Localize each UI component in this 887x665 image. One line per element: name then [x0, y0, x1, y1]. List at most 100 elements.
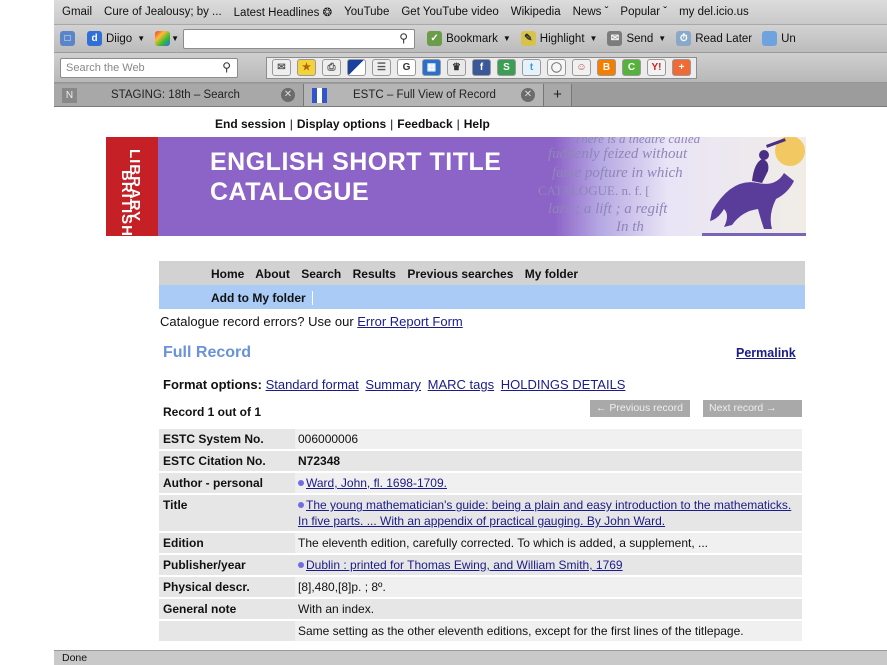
tab-staging-search[interactable]: N STAGING: 18th – Search ✕ — [54, 84, 304, 106]
search-icon[interactable]: ⚲ — [222, 60, 231, 74]
next-record-button[interactable]: Next record → — [703, 400, 802, 417]
bookmark-my-delicious[interactable]: my del.icio.us — [679, 6, 749, 18]
feedback-link[interactable]: Feedback — [397, 117, 452, 131]
search-icon[interactable]: ⚲ — [399, 31, 408, 45]
bookmark-cure-of-jealousy[interactable]: Cure of Jealousy; by ... — [104, 6, 222, 18]
highlighter-icon: ✎ — [520, 31, 536, 46]
web-search-input[interactable]: Search the Web ⚲ — [60, 57, 238, 78]
field-value: 006000006 — [295, 429, 802, 449]
facebook-icon[interactable]: f — [472, 59, 491, 76]
permalink-link[interactable]: Permalink — [736, 346, 796, 360]
stumbleupon-icon[interactable]: S — [497, 59, 516, 76]
field-label: General note — [159, 599, 295, 619]
blogger-icon[interactable]: B — [597, 59, 616, 76]
translate-icon[interactable]: ☰ — [372, 59, 391, 76]
previous-record-button[interactable]: ← Previous record — [590, 400, 690, 417]
title-link[interactable]: The young mathematician's guide: being a… — [298, 498, 791, 528]
catalogue-title: ENGLISH SHORT TITLE CATALOGUE — [210, 147, 501, 207]
bookmark-popular[interactable]: Popular ˇ — [620, 6, 667, 18]
bookmark-latest-headlines[interactable]: Latest Headlines ❂ — [234, 5, 333, 19]
nav-results[interactable]: Results — [353, 267, 396, 281]
twitter-icon[interactable]: t — [522, 59, 541, 76]
format-marc-link[interactable]: MARC tags — [428, 377, 494, 392]
read-later-button[interactable]: ⏱ Read Later — [676, 31, 752, 46]
chat-icon[interactable]: ◯ — [547, 59, 566, 76]
error-report-link[interactable]: Error Report Form — [357, 314, 462, 329]
favicon-icon: N — [62, 87, 77, 103]
main-nav: Home About Search Results Previous searc… — [159, 261, 805, 285]
parchment-line: fame pofture in which — [552, 165, 683, 181]
overflow-label: Un — [781, 32, 796, 45]
nav-my-folder[interactable]: My folder — [525, 267, 578, 281]
bookmark-gmail[interactable]: Gmail — [62, 6, 92, 18]
mail-icon[interactable]: ✉ — [272, 59, 291, 76]
nav-search[interactable]: Search — [301, 267, 341, 281]
reddit-icon[interactable]: ☺ — [572, 59, 591, 76]
print-icon[interactable]: ⎙ — [322, 59, 341, 76]
bookmark-button[interactable]: ✓ Bookmark ▼ — [427, 31, 511, 46]
addon-icons: ✉ ★ ⎙ ☰ G ▦ ♛ f S t ◯ ☺ B C Y! + — [266, 56, 697, 79]
top-nav: End session | Display options | Feedback | Hel… — [215, 117, 490, 131]
highlight-label: Highlight — [539, 32, 585, 45]
record-table: ESTC System No. 006000006 ESTC Citation … — [159, 427, 802, 643]
read-later-icon: ⏱ — [676, 31, 692, 46]
send-label: Send — [626, 32, 654, 45]
tab-estc-full-view[interactable]: ESTC – Full View of Record ✕ — [304, 84, 544, 106]
publisher-link[interactable]: Dublin : printed for Thomas Ewing, and W… — [306, 558, 623, 572]
table-row: Same setting as the other eleventh editi… — [159, 621, 802, 641]
action-bar: Add to My folder — [159, 285, 805, 309]
nav-about[interactable]: About — [255, 267, 290, 281]
author-link[interactable]: Ward, John, fl. 1698-1709. — [306, 476, 447, 490]
record-count: Record 1 out of 1 — [163, 405, 262, 419]
sidebar-toggle-icon[interactable]: □ — [60, 31, 75, 46]
bookmark-get-youtube-video[interactable]: Get YouTube video — [401, 6, 498, 18]
chevron-down-icon: ▼ — [137, 34, 146, 43]
display-options-link[interactable]: Display options — [297, 117, 386, 131]
format-holdings-link[interactable]: HOLDINGS DETAILS — [501, 377, 626, 392]
delicious-icon[interactable] — [347, 59, 366, 76]
digg-icon[interactable]: ♛ — [447, 59, 466, 76]
nav-home[interactable]: Home — [211, 267, 244, 281]
parchment-illustration: There is a theatre called fuddenly feize… — [538, 137, 806, 236]
send-button[interactable]: ✉ Send ▼ — [607, 31, 666, 46]
tab-bar: N STAGING: 18th – Search ✕ ESTC – Full V… — [54, 83, 887, 107]
bullet-icon — [298, 502, 304, 508]
add-more-icon[interactable]: + — [672, 59, 691, 76]
british-library-logo: LIBRARY BRITISH — [106, 137, 158, 236]
overflow-button[interactable]: Un — [762, 31, 796, 46]
close-icon[interactable]: ✕ — [521, 88, 535, 102]
yahoo-icon[interactable]: Y! — [647, 59, 666, 76]
diigo-icon: d — [87, 31, 102, 46]
google-g-icon[interactable]: G — [397, 59, 416, 76]
highlight-button[interactable]: ✎ Highlight ▼ — [520, 31, 597, 46]
field-label: ESTC Citation No. — [159, 451, 295, 471]
nav-previous-searches[interactable]: Previous searches — [407, 267, 513, 281]
format-summary-link[interactable]: Summary — [365, 377, 421, 392]
send-icon: ✉ — [607, 31, 623, 46]
google-icon[interactable] — [155, 31, 171, 46]
diigo-menu[interactable]: d Diigo ▼ — [87, 31, 145, 46]
grid-icon[interactable]: ▦ — [422, 59, 441, 76]
format-standard-link[interactable]: Standard format — [266, 377, 359, 392]
read-later-label: Read Later — [695, 32, 753, 45]
star-icon[interactable]: ★ — [297, 59, 316, 76]
table-row: ESTC System No. 006000006 — [159, 429, 802, 449]
evernote-icon[interactable]: C — [622, 59, 641, 76]
new-tab-button[interactable]: + — [544, 84, 572, 106]
chevron-down-icon[interactable]: ▼ — [171, 34, 179, 43]
tab-title: STAGING: 18th – Search — [111, 89, 240, 101]
bullet-icon — [298, 480, 304, 486]
field-value: The young mathematician's guide: being a… — [295, 495, 802, 531]
status-bar: Done — [54, 650, 887, 665]
diigo-search-input[interactable]: ⚲ — [183, 28, 416, 49]
help-link[interactable]: Help — [464, 117, 490, 131]
end-session-link[interactable]: End session — [215, 117, 286, 131]
bookmark-news[interactable]: News ˇ — [573, 6, 609, 18]
close-icon[interactable]: ✕ — [281, 88, 295, 102]
bookmark-wikipedia[interactable]: Wikipedia — [511, 6, 561, 18]
add-to-folder-button[interactable]: Add to My folder — [211, 291, 313, 305]
field-label: ESTC System No. — [159, 429, 295, 449]
parchment-line: fuddenly feized without — [548, 146, 688, 162]
field-value: Same setting as the other eleventh editi… — [295, 621, 802, 641]
bookmark-youtube[interactable]: YouTube — [344, 6, 389, 18]
